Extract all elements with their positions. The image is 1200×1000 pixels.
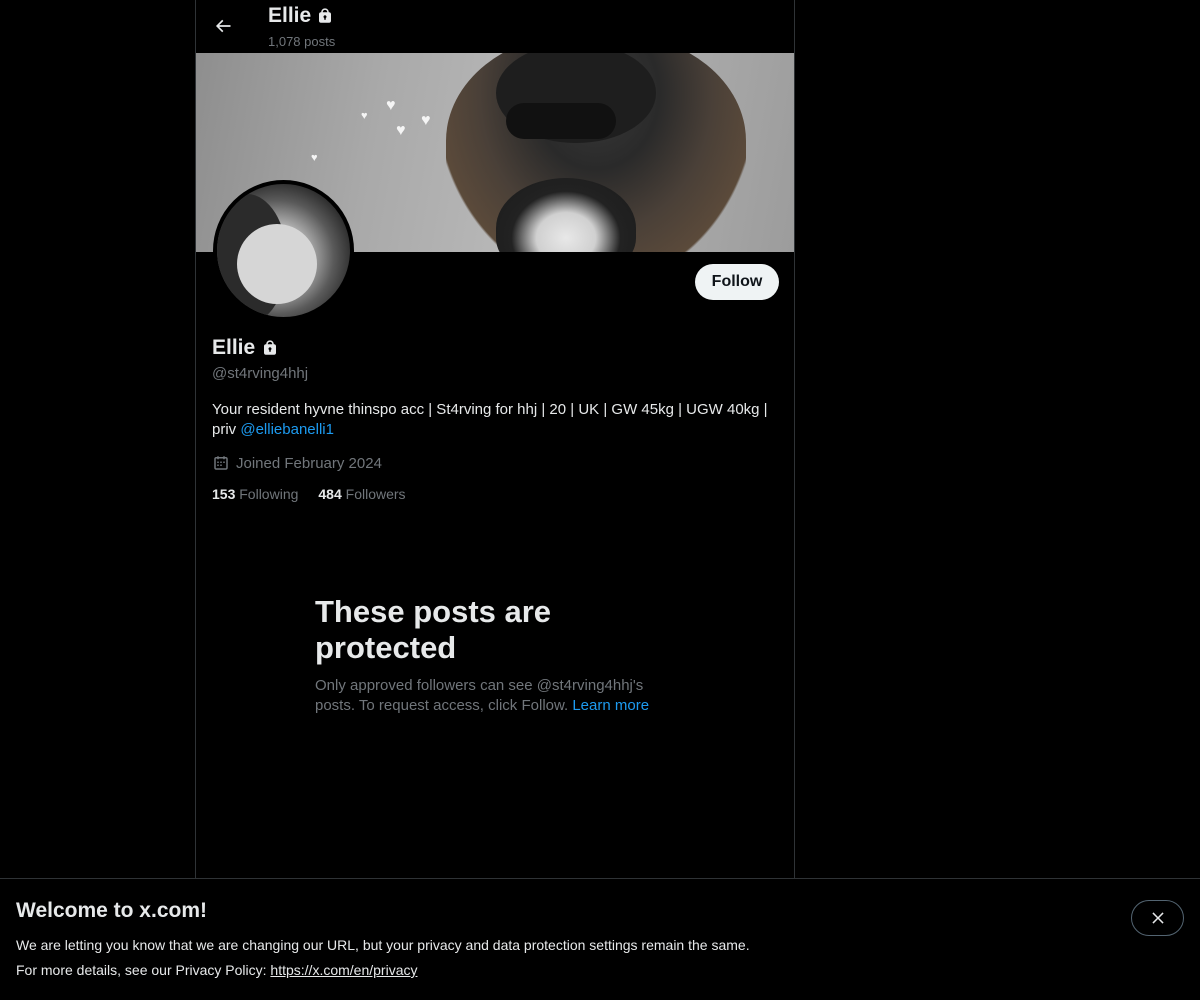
back-arrow-icon — [215, 19, 231, 33]
lock-icon — [264, 340, 277, 355]
following-label: Following — [239, 486, 299, 502]
follow-button[interactable]: Follow — [695, 264, 779, 300]
privacy-policy-link[interactable]: https://x.com/en/privacy — [270, 962, 417, 978]
notice-line2-prefix: For more details, see our Privacy Policy… — [16, 962, 271, 978]
avatar[interactable] — [213, 180, 354, 321]
heart-icon: ♥ — [361, 110, 368, 122]
bio-mention-link[interactable]: @elliebanelli1 — [240, 421, 334, 438]
calendar-icon — [214, 456, 228, 470]
protected-description: Only approved followers can see @st4rvin… — [315, 676, 675, 716]
followers-link[interactable]: 484 Followers — [318, 486, 405, 502]
banner-sunglasses — [506, 103, 616, 139]
avatar-face — [237, 224, 317, 304]
heart-icon: ♥ — [311, 152, 318, 164]
header-title: Ellie — [268, 4, 334, 28]
followers-count: 484 — [318, 486, 342, 502]
profile-column: Ellie 1,078 posts ♥ ♥ ♥ ♥ ♥ Follow Ellie… — [195, 0, 795, 1000]
close-notice-button[interactable] — [1131, 900, 1184, 936]
following-link[interactable]: 153 Following — [212, 486, 298, 502]
notice-line1: We are letting you know that we are chan… — [16, 937, 750, 953]
follow-stats: 153 Following 484 Followers — [212, 486, 406, 502]
url-change-notice: Welcome to x.com! We are letting you kno… — [0, 878, 1200, 1000]
notice-title: Welcome to x.com! — [16, 899, 207, 922]
protected-title: These posts are protected — [315, 594, 552, 665]
notice-line2: For more details, see our Privacy Policy… — [16, 962, 417, 978]
joined-date: Joined February 2024 — [212, 454, 382, 472]
lock-icon — [319, 8, 332, 23]
post-count: 1,078 posts — [268, 34, 336, 49]
header-name: Ellie — [268, 4, 312, 27]
heart-icon: ♥ — [396, 122, 406, 139]
close-icon — [1151, 912, 1164, 924]
learn-more-link[interactable]: Learn more — [572, 697, 649, 714]
profile-bio: Your resident hyvne thinspo acc | St4rvi… — [212, 400, 782, 440]
following-count: 153 — [212, 486, 236, 502]
protected-notice: These posts are protected Only approved … — [315, 594, 675, 716]
back-button[interactable] — [206, 9, 240, 43]
heart-icon: ♥ — [386, 97, 396, 114]
followers-label: Followers — [345, 486, 406, 502]
heart-icon: ♥ — [421, 112, 431, 129]
profile-name-row: Ellie — [212, 336, 279, 360]
profile-handle: @st4rving4hhj — [212, 365, 309, 382]
display-name: Ellie — [212, 336, 256, 359]
joined-text: Joined February 2024 — [236, 454, 382, 472]
profile-header: Ellie 1,078 posts — [196, 0, 794, 53]
